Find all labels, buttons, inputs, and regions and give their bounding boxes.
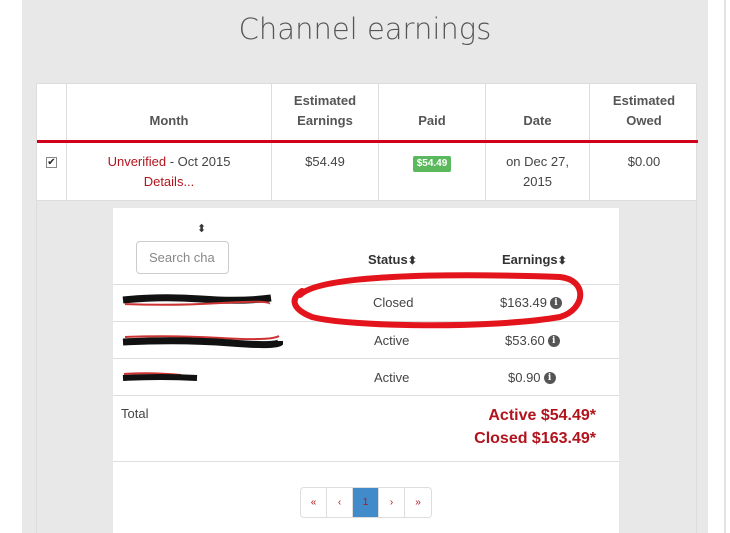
page-title: Channel earnings (238, 12, 492, 46)
totals: Active $54.49* Closed $163.49* (474, 404, 596, 450)
row-status: Active (374, 333, 410, 348)
total-closed: Closed $163.49* (474, 430, 596, 447)
sort-icon[interactable]: ⬍ (197, 224, 206, 235)
month-cell: Unverified - Oct 2015 Details... (67, 143, 272, 201)
paid-cell: $54.49 (379, 143, 486, 201)
pagination: « ‹ 1 › » (300, 487, 432, 518)
last-page-button[interactable]: » (405, 488, 431, 517)
row-status: Active (374, 370, 410, 385)
red-highlight-circle (291, 272, 584, 329)
estimated-owed-cell: $0.00 (627, 154, 661, 169)
earnings-sort-icon: ⬍ (557, 255, 567, 267)
divider (113, 395, 619, 396)
row-earnings-value: $0.90 (508, 370, 541, 385)
info-icon[interactable]: i (543, 371, 556, 384)
search-input[interactable]: Search cha (136, 241, 229, 274)
header-paid: Paid (379, 84, 486, 141)
header-status[interactable]: Status⬍ (368, 252, 417, 267)
month-value: - Oct 2015 (166, 154, 231, 169)
earnings-table: Month Estimated Earnings Paid Date Estim… (36, 83, 698, 201)
details-link[interactable]: Details... (144, 174, 195, 189)
header-estimated-earnings: Estimated Earnings (272, 84, 379, 141)
row-earnings-value: $53.60 (505, 333, 545, 348)
verification-status: Unverified (107, 154, 167, 169)
checkbox-cell (37, 143, 67, 201)
redacted-channel-name (122, 294, 272, 306)
estimated-earnings-cell: $54.49 (272, 143, 379, 201)
paid-badge: $54.49 (412, 156, 452, 172)
page-1-button[interactable]: 1 (353, 488, 379, 517)
checkbox-header (37, 84, 67, 141)
earnings-label: Earnings (502, 252, 558, 267)
row-earnings: $53.60 i (505, 333, 560, 348)
status-sort-icon: ⬍ (407, 255, 417, 267)
first-page-button[interactable]: « (301, 488, 327, 517)
status-label: Status (368, 252, 408, 267)
divider (113, 461, 619, 462)
next-page-button[interactable]: › (379, 488, 405, 517)
header-earnings[interactable]: Earnings⬍ (502, 252, 567, 267)
header-month: Month (67, 84, 272, 141)
channel-details-panel: ⬍ Search cha Status⬍ Earnings⬍ Closed $1… (113, 208, 619, 533)
row-checkbox[interactable]: ✔ (46, 157, 57, 168)
divider (113, 358, 619, 359)
total-active: Active $54.49* (488, 407, 596, 424)
row-earnings: $0.90 i (508, 370, 556, 385)
header-estimated-owed: Estimated Owed (612, 93, 676, 128)
redacted-channel-name (122, 372, 198, 381)
redacted-channel-name (122, 335, 283, 349)
info-icon[interactable]: i (547, 334, 560, 347)
header-date: Date (486, 84, 590, 141)
page-divider (724, 0, 726, 533)
total-label: Total (121, 406, 149, 421)
previous-page-button[interactable]: ‹ (327, 488, 353, 517)
date-cell: on Dec 27, 2015 (486, 143, 590, 201)
